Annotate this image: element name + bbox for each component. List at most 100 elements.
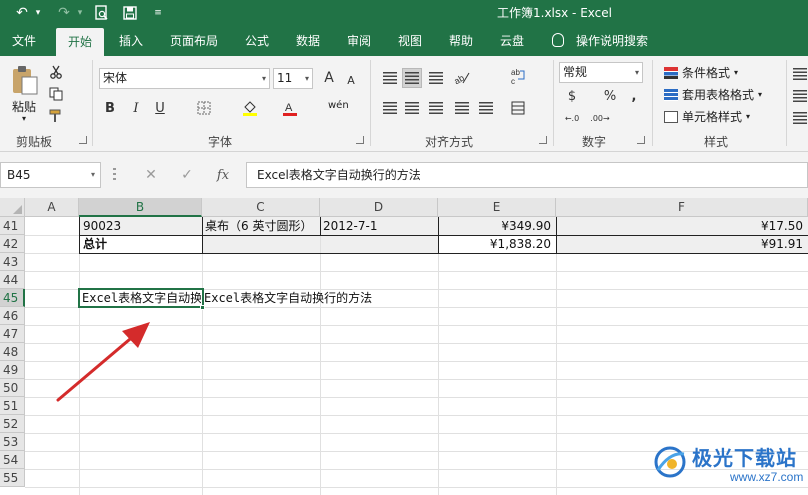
row-header[interactable]: 53 [0,433,25,451]
row-header[interactable]: 42 [0,235,25,253]
cell-e42[interactable]: ¥1,838.20 [439,235,556,253]
tab-help[interactable]: 帮助 [440,26,482,56]
name-box[interactable]: B45 ▾ [0,162,101,188]
customize-quick-access-icon[interactable]: ≡ [150,0,166,26]
insert-function-icon[interactable]: fx [208,162,238,188]
grow-font-icon[interactable]: A [319,68,339,88]
undo-icon[interactable]: ↶ [12,0,32,26]
tab-data[interactable]: 数据 [287,26,329,56]
cell-c41[interactable]: 桌布（6 英寸圆形） [203,217,320,235]
phonetic-guide-icon[interactable]: wén [328,100,349,111]
align-center-icon[interactable] [402,98,422,118]
tab-home[interactable]: 开始 [56,28,104,56]
redo-icon[interactable]: ↷ [54,0,74,26]
alignment-launcher-icon[interactable] [539,136,547,144]
cell-f42[interactable]: ¥91.91 [557,235,808,253]
fill-handle[interactable] [200,305,205,310]
cancel-icon[interactable]: ✕ [136,162,166,188]
increase-decimal-icon[interactable]: ←.0 [562,108,582,128]
redo-dropdown-icon[interactable]: ▾ [74,0,86,26]
underline-button[interactable]: U [150,98,170,118]
copy-icon[interactable] [46,84,66,104]
tab-page-layout[interactable]: 页面布局 [163,26,225,56]
column-header-d[interactable]: D [320,198,438,217]
column-header-a[interactable]: A [25,198,79,217]
font-launcher-icon[interactable] [356,136,364,144]
row-header[interactable]: 43 [0,253,25,271]
format-cells-icon[interactable] [790,108,808,128]
bold-button[interactable]: B [100,98,120,118]
cell-styles-button[interactable]: 单元格样式 ▾ [664,108,750,125]
worksheet-grid[interactable]: A B C D E F 41 42 43 44 45 46 47 48 49 5… [0,198,808,495]
align-bottom-icon[interactable] [426,68,446,88]
font-name-box[interactable]: 宋体 ▾ [99,68,270,89]
align-right-icon[interactable] [426,98,446,118]
formula-bar-grip[interactable] [113,168,116,182]
cell-b42[interactable]: 总计 [81,235,201,253]
tell-me-search[interactable]: 操作说明搜索 [576,26,656,56]
row-header[interactable]: 46 [0,307,25,325]
tab-view[interactable]: 视图 [389,26,431,56]
column-header-e[interactable]: E [438,198,556,217]
font-size-box[interactable]: 11 ▾ [273,68,313,89]
column-header-f[interactable]: F [556,198,808,217]
font-color-icon[interactable]: A [280,98,300,118]
clipboard-launcher-icon[interactable] [79,136,87,144]
comma-style-icon[interactable]: , [624,86,644,106]
tab-file[interactable]: 文件 [0,26,48,56]
orientation-icon[interactable]: ab [452,68,472,88]
align-left-icon[interactable] [380,98,400,118]
row-header[interactable]: 47 [0,325,25,343]
borders-icon[interactable] [194,98,214,118]
formula-input[interactable]: Excel表格文字自动换行的方法 [246,162,808,188]
row-header[interactable]: 50 [0,379,25,397]
column-header-b[interactable]: B [79,198,202,217]
tab-insert[interactable]: 插入 [110,26,152,56]
cut-icon[interactable] [46,62,66,82]
number-launcher-icon[interactable] [637,136,645,144]
undo-dropdown-icon[interactable]: ▾ [32,0,44,26]
cell-e41[interactable]: ¥349.90 [439,217,556,235]
cell-d41[interactable]: 2012-7-1 [321,217,438,235]
fill-color-icon[interactable] [240,98,260,118]
row-header[interactable]: 52 [0,415,25,433]
paste-button[interactable]: 粘贴 [12,98,36,115]
increase-indent-icon[interactable] [476,98,496,118]
row-header[interactable]: 55 [0,469,25,487]
cell-f41[interactable]: ¥17.50 [557,217,808,235]
print-preview-icon[interactable] [92,0,112,26]
row-header[interactable]: 49 [0,361,25,379]
tab-review[interactable]: 审阅 [338,26,380,56]
shrink-font-icon[interactable]: A [341,70,361,90]
row-header[interactable]: 54 [0,451,25,469]
decrease-decimal-icon[interactable]: .00→ [590,108,610,128]
conditional-format-button[interactable]: 条件格式 ▾ [664,64,738,81]
wrap-text-icon[interactable]: ab c [508,66,528,86]
select-all-corner[interactable] [0,198,25,217]
paste-icon[interactable] [9,64,41,96]
align-middle-icon[interactable] [402,68,422,88]
tab-formulas[interactable]: 公式 [236,26,278,56]
number-format-box[interactable]: 常规 ▾ [559,62,643,83]
cell-b41[interactable]: 90023 [81,217,201,235]
paste-dropdown-icon[interactable]: ▾ [22,114,26,123]
currency-format-icon[interactable]: $ [562,86,582,106]
tab-cloud[interactable]: 云盘 [491,26,533,56]
column-header-c[interactable]: C [202,198,320,217]
merge-center-icon[interactable] [508,98,528,118]
row-header[interactable]: 51 [0,397,25,415]
row-header[interactable]: 44 [0,271,25,289]
row-header[interactable]: 48 [0,343,25,361]
align-top-icon[interactable] [380,68,400,88]
format-painter-icon[interactable] [46,106,66,126]
row-header[interactable]: 45 [0,289,25,307]
save-icon[interactable] [120,0,140,26]
row-header[interactable]: 41 [0,217,25,235]
delete-cells-icon[interactable] [790,86,808,106]
insert-cells-icon[interactable] [790,64,808,84]
enter-icon[interactable]: ✓ [172,162,202,188]
decrease-indent-icon[interactable] [452,98,472,118]
percent-style-icon[interactable]: % [600,86,620,106]
italic-button[interactable]: I [126,98,146,118]
format-as-table-button[interactable]: 套用表格格式 ▾ [664,86,762,103]
